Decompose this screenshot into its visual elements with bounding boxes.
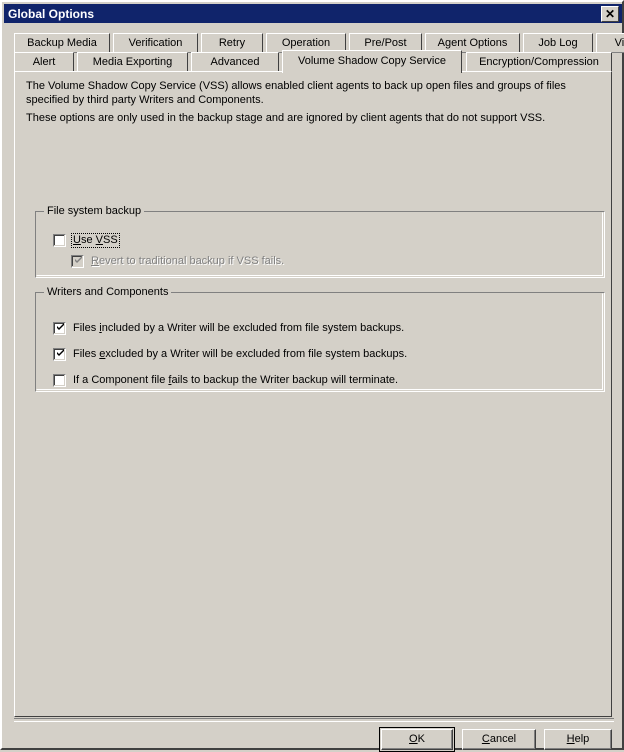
tab-alert[interactable]: Alert [14, 52, 74, 72]
checkbox-files-excluded-by-writer[interactable]: Files excluded by a Writer will be exclu… [53, 347, 407, 361]
checkmark-icon [74, 255, 83, 264]
description-paragraph-1: The Volume Shadow Copy Service (VSS) all… [26, 80, 566, 106]
tab-label: Alert [32, 56, 56, 68]
close-button[interactable]: ✕ [601, 5, 619, 22]
checkbox-box-files-included-by-writer[interactable] [53, 321, 66, 335]
tab-virus[interactable]: Virus [596, 33, 624, 53]
checkbox-label-use-vss: Use VSS [71, 232, 120, 248]
tab-advanced[interactable]: Advanced [191, 52, 279, 72]
ok-button-face: OK [381, 729, 453, 750]
tab-label: Volume Shadow Copy Service [298, 55, 446, 67]
tab-encryption-compression[interactable]: Encryption/Compression [466, 52, 612, 72]
button-bar-separator [14, 718, 614, 722]
group-writers-and-components-label: Writers and Components [44, 286, 172, 298]
checkbox-use-vss[interactable]: Use VSS [53, 232, 120, 248]
tab-label: Pre/Post [364, 37, 407, 49]
tab-label: Advanced [210, 56, 260, 68]
checkbox-box-files-excluded-by-writer[interactable] [53, 347, 66, 361]
tab-label: Media Exporting [92, 56, 173, 68]
checkbox-revert-to-traditional-backup: Revert to traditional backup if VSS fail… [71, 254, 284, 268]
window-title: Global Options [8, 6, 94, 21]
description-paragraph-2: These options are only used in the backu… [26, 112, 546, 124]
tab-label: Retry [218, 37, 246, 49]
title-bar[interactable]: Global Options ✕ [4, 4, 622, 23]
close-icon: ✕ [604, 6, 616, 21]
tab-backup-media[interactable]: Backup Media [14, 33, 110, 53]
tab-label: Encryption/Compression [479, 56, 599, 68]
checkbox-label-revert-to-traditional-backup: Revert to traditional backup if VSS fail… [91, 254, 285, 267]
checkbox-label-component-file-fails: If a Component file fails to backup the … [73, 373, 399, 386]
checkbox-box-component-file-fails[interactable] [53, 373, 66, 387]
tab-label: Operation [281, 37, 331, 49]
checkmark-icon [56, 348, 65, 357]
checkbox-component-file-fails[interactable]: If a Component file fails to backup the … [53, 373, 398, 387]
tab-label: Agent Options [437, 37, 508, 49]
global-options-dialog: Global Options ✕ Backup Media Verificatio… [0, 0, 624, 752]
ok-button[interactable]: OK [379, 727, 455, 752]
cancel-button[interactable]: Cancel [462, 729, 536, 750]
tab-label: Verification [128, 37, 183, 49]
tab-volume-shadow-copy-service[interactable]: Volume Shadow Copy Service [282, 50, 462, 73]
checkbox-box-revert-to-traditional-backup [71, 254, 84, 268]
checkbox-box-use-vss[interactable] [53, 233, 66, 247]
group-file-system-backup-label: File system backup [44, 205, 145, 217]
checkbox-label-files-excluded-by-writer: Files excluded by a Writer will be exclu… [73, 347, 408, 360]
tab-content-panel: The Volume Shadow Copy Service (VSS) all… [14, 71, 612, 717]
tab-job-log[interactable]: Job Log [523, 33, 593, 53]
tab-media-exporting[interactable]: Media Exporting [77, 52, 188, 72]
help-button[interactable]: Help [544, 729, 612, 750]
tab-label: Job Log [538, 37, 578, 49]
checkbox-files-included-by-writer[interactable]: Files included by a Writer will be exclu… [53, 321, 404, 335]
tab-retry[interactable]: Retry [201, 33, 263, 53]
tab-label: Virus [614, 37, 624, 49]
checkmark-icon [56, 322, 65, 331]
tab-verification[interactable]: Verification [113, 33, 198, 53]
tab-label: Backup Media [27, 37, 97, 49]
checkbox-label-files-included-by-writer: Files included by a Writer will be exclu… [73, 321, 405, 334]
